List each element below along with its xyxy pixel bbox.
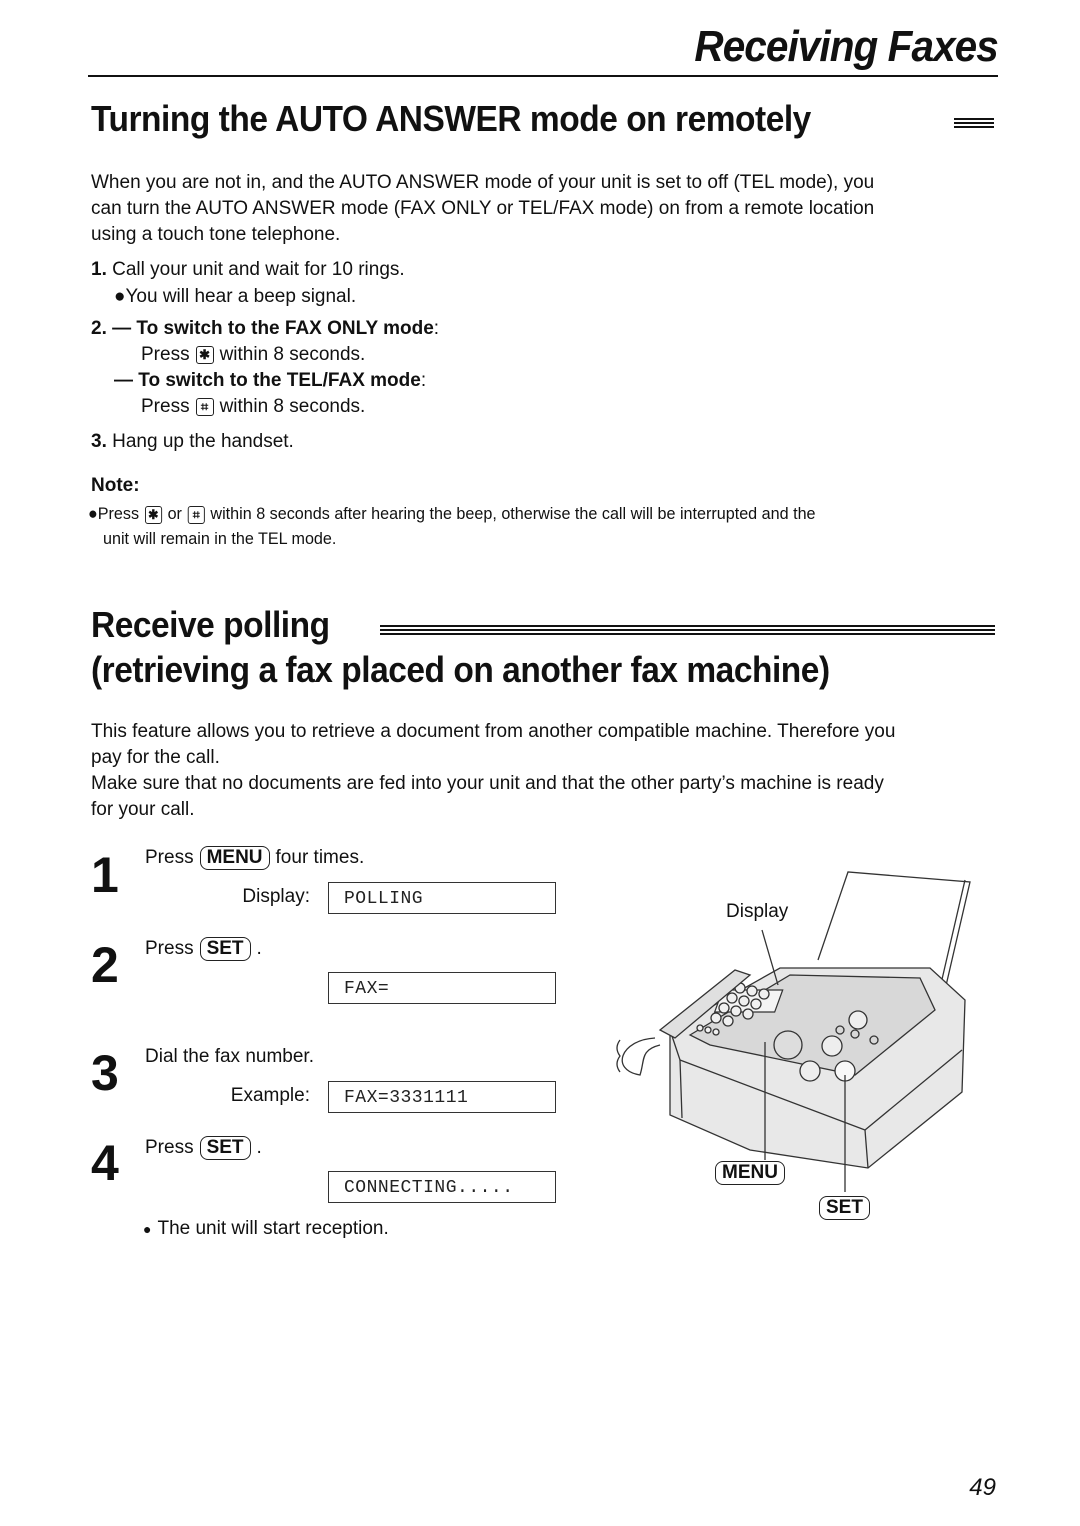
page-number: 49 [969, 1474, 996, 1501]
lcd-display: POLLING [328, 882, 556, 914]
section2-intro: This feature allows you to retrieve a do… [91, 721, 896, 820]
set-callout: SET [819, 1196, 870, 1220]
step-2b-instruction: Press ⌗ within 8 seconds. [141, 396, 366, 417]
section2-title-line1: Receive polling [91, 604, 330, 645]
final-bullet: ● The unit will start reception. [143, 1218, 389, 1239]
section1-title: Turning the AUTO ANSWER mode on remotely [91, 98, 811, 139]
step-number: 2 [91, 937, 119, 993]
set-key-icon: SET [199, 1135, 251, 1160]
bullet-icon: ● [143, 1221, 152, 1237]
bullet-icon: ● [88, 504, 98, 523]
section2-title-line2: (retrieving a fax placed on another fax … [91, 649, 830, 690]
step-number: 1 [91, 847, 119, 903]
title-rule-icon [954, 118, 994, 130]
section1-intro: When you are not in, and the AUTO ANSWER… [91, 172, 875, 245]
step-instruction: Press SET. [145, 936, 262, 961]
note-line-2: unit will remain in the TEL mode. [103, 529, 337, 548]
step-instruction: Dial the fax number. [145, 1046, 314, 1067]
step-number: 4 [91, 1135, 119, 1191]
step-1: 1. Call your unit and wait for 10 rings. [91, 259, 405, 280]
lcd-display: FAX= [328, 972, 556, 1004]
step-1-bullet: ●You will hear a beep signal. [114, 286, 357, 307]
menu-key-icon: MENU [199, 845, 270, 870]
lcd-label: Example: [230, 1085, 310, 1106]
step-number: 3 [91, 1045, 119, 1101]
bullet-icon: ● [114, 286, 126, 307]
step-2b-heading: — To switch to the TEL/FAX mode: [114, 370, 427, 391]
lcd-display: FAX=3331111 [328, 1081, 556, 1113]
step-3: 3. Hang up the handset. [91, 431, 294, 452]
header-rule [88, 75, 998, 77]
step-2a-instruction: Press ✱ within 8 seconds. [141, 344, 366, 365]
note-line-1: ●Press ✱ or ⌗ within 8 seconds after hearing… [88, 504, 816, 524]
pound-key-icon: ⌗ [195, 397, 214, 416]
step-instruction: Press SET. [145, 1135, 262, 1160]
step-2a-heading: 2. — To switch to the FAX ONLY mode: [91, 318, 440, 339]
note-label: Note: [91, 475, 140, 496]
running-title: Receiving Faxes [694, 22, 999, 71]
set-key-icon: SET [199, 936, 251, 961]
fax-machine-illustration [600, 860, 980, 1230]
title-rule-icon [380, 625, 995, 637]
fax-machine-icon [616, 871, 971, 1192]
menu-callout: MENU [715, 1161, 785, 1185]
star-key-icon: ✱ [144, 505, 162, 524]
lcd-label: Display: [242, 886, 310, 907]
lcd-display: CONNECTING..... [328, 1171, 556, 1203]
step-instruction: Press MENU four times. [145, 845, 365, 870]
display-callout: Display [726, 901, 789, 922]
pound-key-icon: ⌗ [187, 505, 205, 524]
star-key-icon: ✱ [195, 345, 214, 364]
